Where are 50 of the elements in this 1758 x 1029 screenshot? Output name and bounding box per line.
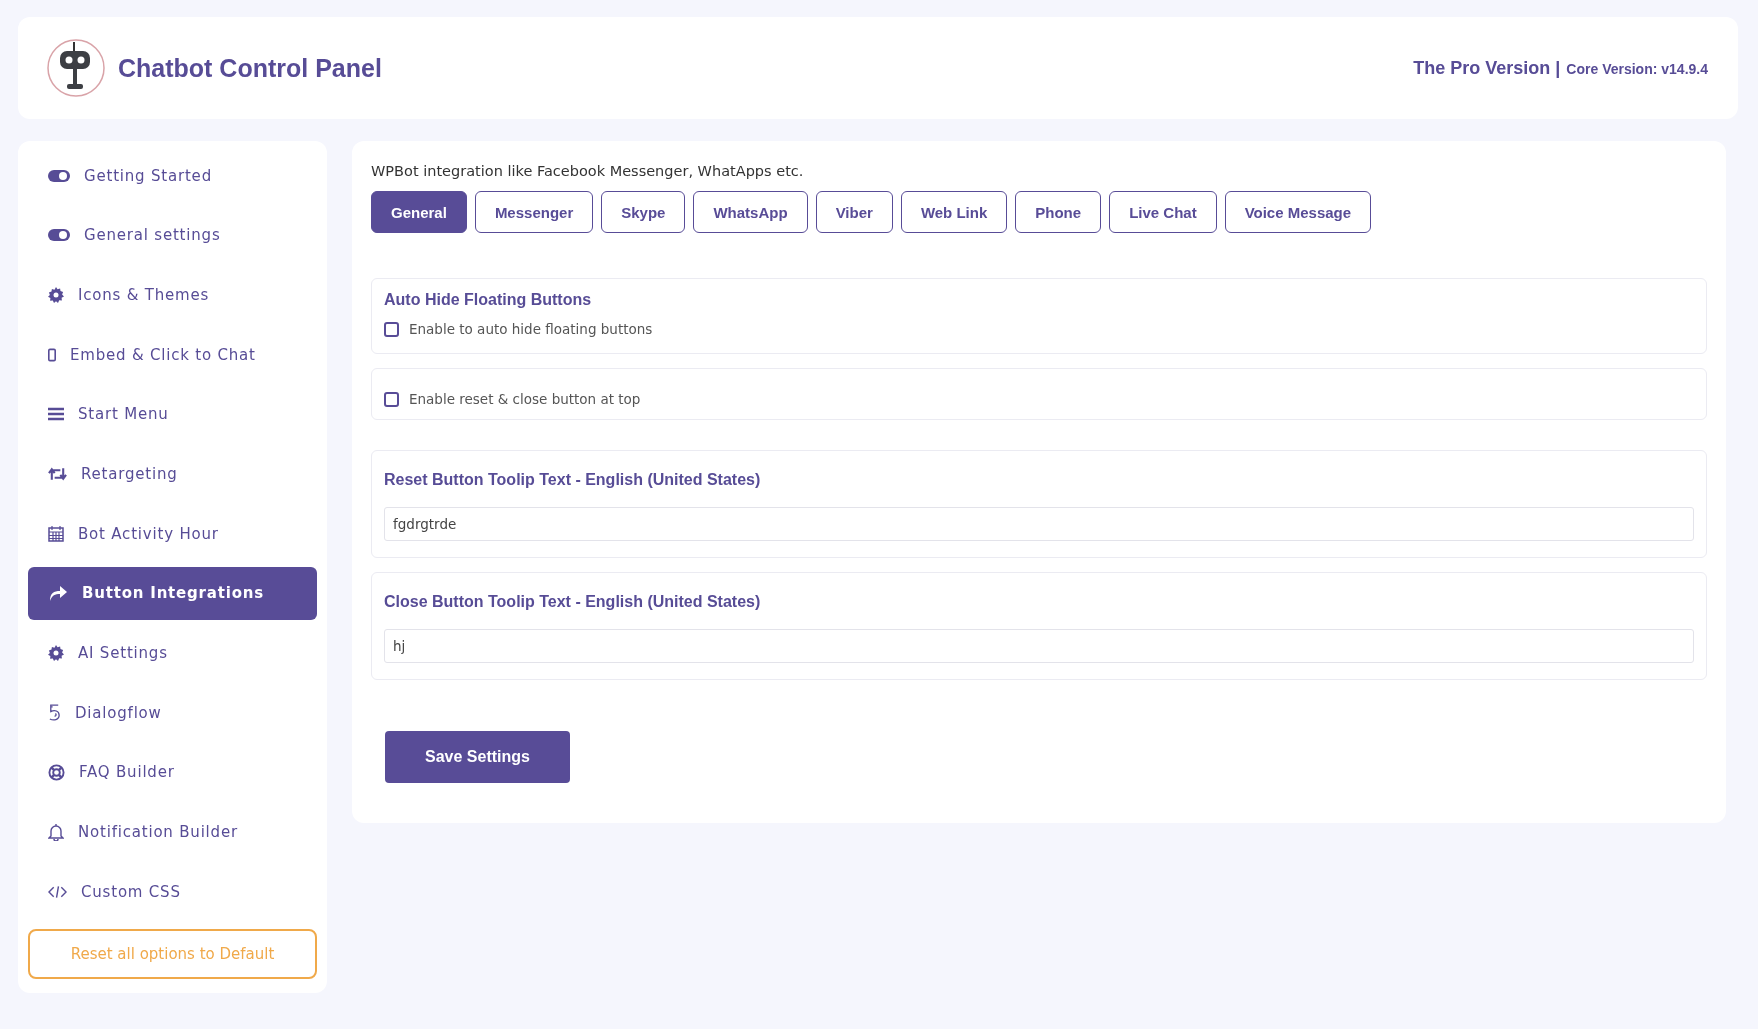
sidebar-item[interactable]: Notification Builder <box>28 805 317 859</box>
checkbox-label: Enable to auto hide floating buttons <box>409 321 653 337</box>
sidebar-item[interactable]: Button Integrations <box>28 566 317 620</box>
lifebuoy-icon <box>48 763 65 781</box>
sidebar-item[interactable]: Start Menu <box>28 387 317 441</box>
settings-icon <box>48 286 64 303</box>
sidebar-item[interactable]: Custom CSS <box>28 865 317 919</box>
tab[interactable]: Web Link <box>900 191 1008 233</box>
share-arrow-icon <box>48 585 68 602</box>
text-input-field[interactable]: fgdrgtrde <box>384 507 1694 541</box>
sidebar-item[interactable]: Embed & Click to Chat <box>28 328 317 382</box>
sidebar-item[interactable]: Icons & Themes <box>28 268 317 322</box>
tab[interactable]: WhatsApp <box>693 191 808 233</box>
toggle-icon <box>48 169 70 182</box>
checkbox[interactable] <box>384 321 399 337</box>
sidebar-item[interactable]: Retargeting <box>28 447 317 501</box>
core-version-label: Core Version: v14.9.4 <box>1566 60 1708 77</box>
repeat-arrows-icon <box>48 466 67 481</box>
spiral-icon <box>48 704 61 722</box>
phone-icon <box>48 347 56 362</box>
robot-logo-icon <box>46 38 106 98</box>
calendar-icon <box>48 525 64 543</box>
tab[interactable]: General <box>371 191 467 233</box>
checkbox-label: Enable reset & close button at top <box>409 391 641 407</box>
tab[interactable]: Viber <box>815 191 893 233</box>
sidebar-item[interactable]: General settings <box>28 208 317 262</box>
tab[interactable]: Phone <box>1015 191 1102 233</box>
sidebar-item[interactable]: FAQ Builder <box>28 745 317 799</box>
text-input-field[interactable]: hj <box>384 629 1694 663</box>
section-title: Auto Hide Floating Buttons <box>384 291 593 309</box>
section-title: Close Button Toolip Text - English (United States) <box>384 593 762 611</box>
app-title: Chatbot Control Panel <box>118 53 382 83</box>
menu-icon <box>48 407 64 422</box>
tab[interactable]: Messenger <box>474 191 594 233</box>
intro-text: WPBot integration like Facebook Messenger, WhatApps etc. <box>371 163 805 179</box>
version-label: The Pro Version | <box>1413 57 1561 79</box>
section-title: Reset Button Toolip Text - English (United States) <box>384 471 762 489</box>
sidebar-item[interactable]: Bot Activity Hour <box>28 507 317 561</box>
toggle-icon <box>48 229 70 242</box>
sidebar-item[interactable]: AI Settings <box>28 626 317 680</box>
save-settings-button[interactable]: Save Settings <box>385 731 570 783</box>
tab[interactable]: Voice Message <box>1224 191 1372 233</box>
settings-icon <box>48 645 64 661</box>
tab[interactable]: Skype <box>601 191 686 233</box>
checkbox[interactable] <box>384 391 399 407</box>
sidebar-item[interactable]: Dialogflow <box>28 686 317 740</box>
sidebar-item[interactable]: Getting Started <box>28 149 317 202</box>
code-icon <box>48 884 67 899</box>
tab[interactable]: Live Chat <box>1109 191 1217 233</box>
bell-icon <box>48 823 64 842</box>
